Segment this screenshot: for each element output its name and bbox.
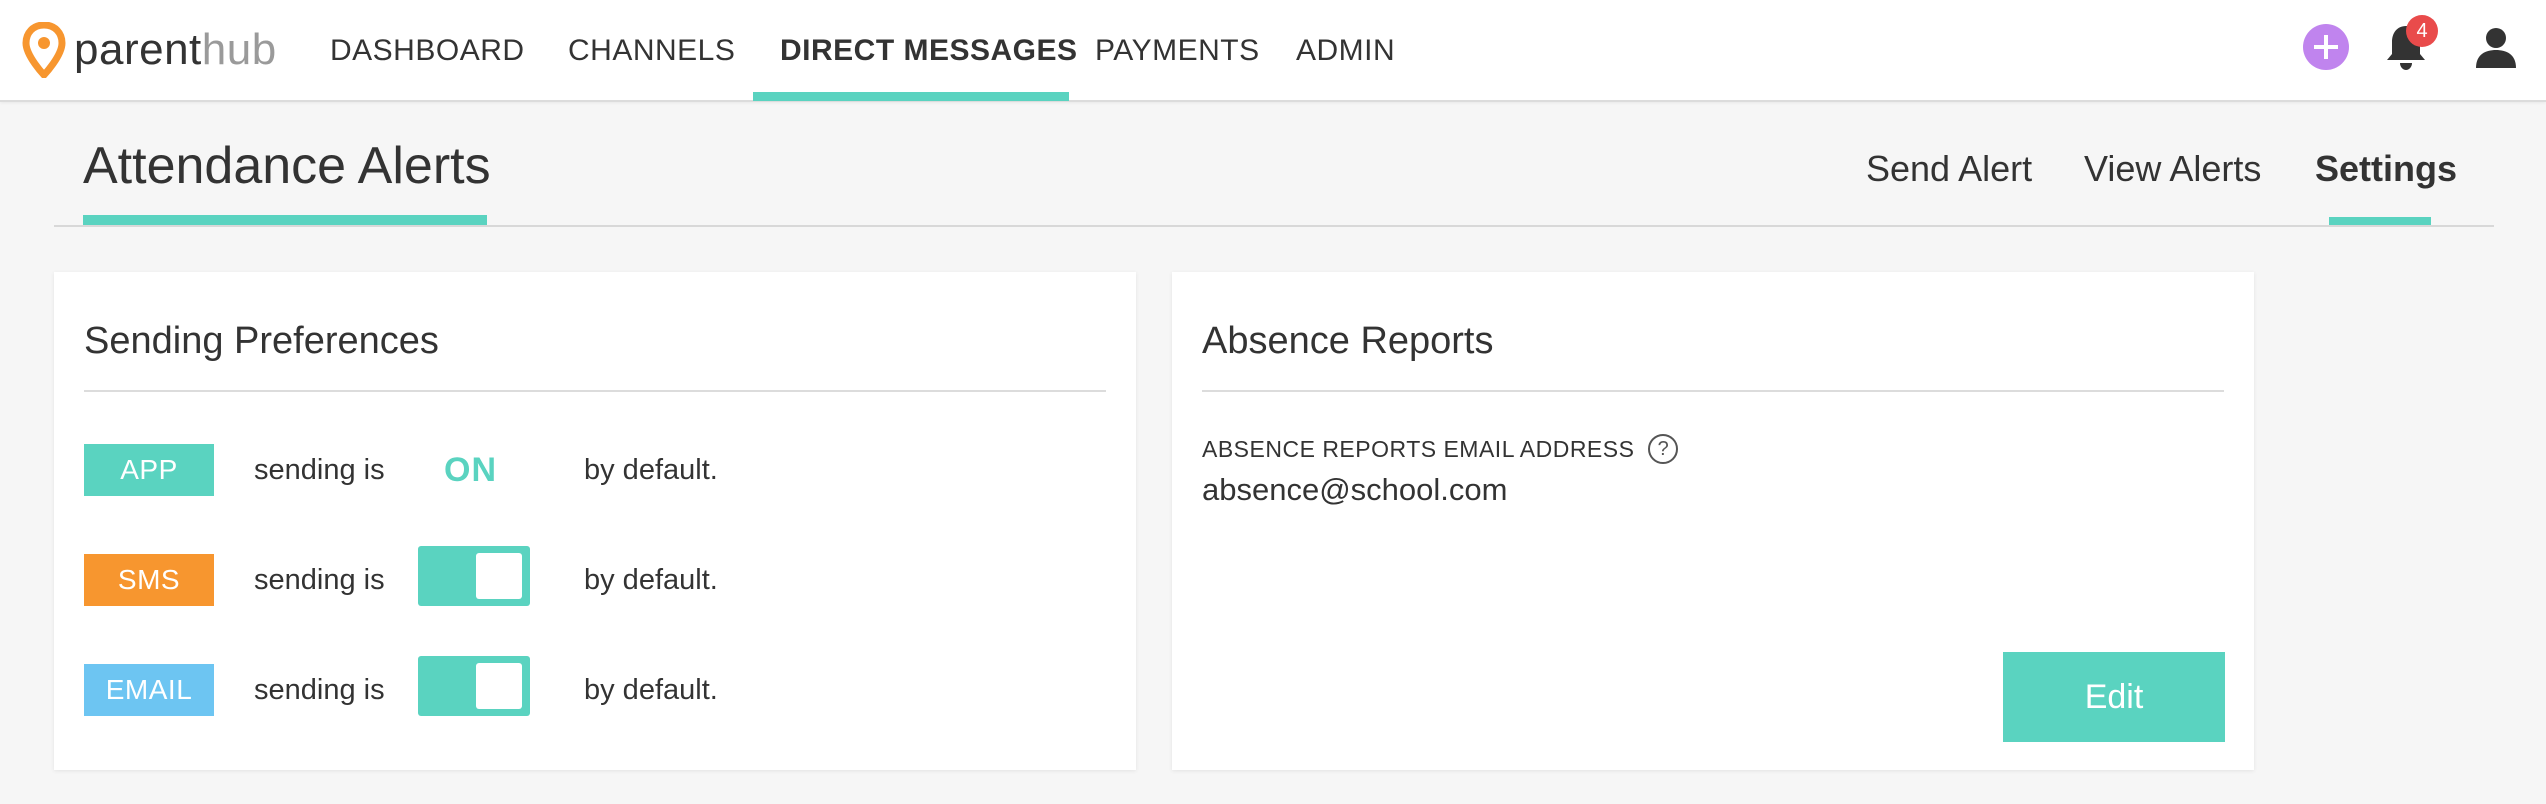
tab-view-alerts[interactable]: View Alerts	[2084, 148, 2261, 190]
notification-badge: 4	[2406, 15, 2438, 47]
card-divider	[1202, 390, 2224, 392]
nav-payments[interactable]: PAYMENTS	[1095, 0, 1260, 102]
edit-button[interactable]: Edit	[2003, 652, 2225, 742]
brand-part-2: hub	[201, 25, 277, 74]
pref-row-app: APP sending is ON by default.	[84, 444, 1084, 496]
email-tag: EMAIL	[84, 664, 214, 716]
app-tag: APP	[84, 444, 214, 496]
page-title: Attendance Alerts	[83, 137, 491, 195]
default-label: by default.	[584, 563, 718, 596]
sending-label: sending is	[254, 563, 385, 596]
sms-toggle[interactable]	[418, 546, 530, 606]
nav-dashboard[interactable]: DASHBOARD	[330, 0, 525, 102]
nav-channels[interactable]: CHANNELS	[568, 0, 735, 102]
top-nav: parenthub DASHBOARD CHANNELS DIRECT MESS…	[0, 0, 2546, 102]
add-button[interactable]	[2303, 24, 2349, 70]
sms-tag: SMS	[84, 554, 214, 606]
nav-active-indicator	[753, 92, 1069, 101]
nav-direct-messages[interactable]: DIRECT MESSAGES	[780, 0, 1078, 102]
tab-settings[interactable]: Settings	[2315, 148, 2457, 190]
pref-row-email: EMAIL sending is by default.	[84, 656, 1084, 716]
email-toggle[interactable]	[418, 656, 530, 716]
location-pin-icon	[22, 22, 66, 78]
default-label: by default.	[584, 453, 718, 486]
card-title: Absence Reports	[1202, 320, 1494, 362]
logo[interactable]: parenthub	[22, 20, 277, 80]
absence-reports-card: Absence Reports ABSENCE REPORTS EMAIL AD…	[1172, 272, 2254, 770]
tab-active-indicator	[2329, 217, 2431, 225]
brand-part-1: parent	[74, 25, 202, 74]
nav-admin[interactable]: ADMIN	[1296, 0, 1395, 102]
toggle-knob	[476, 663, 522, 709]
plus-icon	[2314, 35, 2338, 59]
app-status: ON	[444, 450, 497, 489]
default-label: by default.	[584, 673, 718, 706]
brand-name: parenthub	[74, 25, 277, 75]
help-icon[interactable]: ?	[1648, 434, 1679, 464]
sending-preferences-card: Sending Preferences APP sending is ON by…	[54, 272, 1136, 770]
card-divider	[84, 390, 1106, 392]
email-value: absence@school.com	[1202, 472, 1508, 507]
tab-send-alert[interactable]: Send Alert	[1866, 148, 2032, 190]
email-field-label: ABSENCE REPORTS EMAIL ADDRESS ?	[1202, 434, 1679, 464]
card-title: Sending Preferences	[84, 320, 439, 362]
sending-label: sending is	[254, 453, 385, 486]
user-icon[interactable]	[2473, 24, 2519, 70]
header-divider	[54, 225, 2494, 227]
pref-row-sms: SMS sending is by default.	[84, 546, 1084, 606]
toggle-knob	[476, 553, 522, 599]
sending-label: sending is	[254, 673, 385, 706]
email-field-label-text: ABSENCE REPORTS EMAIL ADDRESS	[1202, 435, 1635, 462]
